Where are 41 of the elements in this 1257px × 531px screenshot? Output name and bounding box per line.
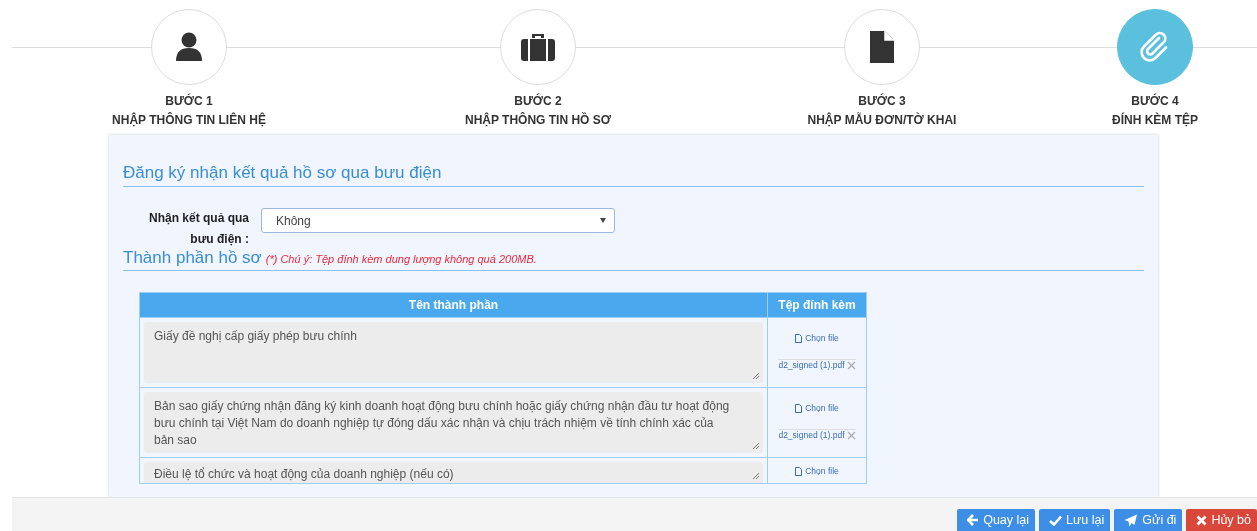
file-link[interactable]: d2_signed (1).pdf (778, 360, 845, 370)
text-area[interactable]: Bản sao giấy chứng nhận đăng ký kinh doanh hoạt động bưu chính hoặc giấy chứng nhận đầu tư hoạt động bưu chính tại Việt Nam do doanh nghiệp tự đóng dấu xác nhận và chịu trách nhiệm về tính chính xác của bản sao (144, 392, 763, 453)
step-label: ĐÍNH KÈM TỆP (1112, 112, 1198, 128)
note-text: (*) Chú ý: Tệp đính kèm dung lượng không quá 200MB. (265, 253, 537, 265)
person-icon (175, 32, 203, 62)
close-icon (1196, 514, 1208, 526)
briefcase-icon (520, 32, 556, 62)
resize-grip-icon (752, 372, 760, 380)
field-label: Nhận kết quả qua bưu điện : (148, 210, 249, 248)
step-label: NHẬP THÔNG TIN HỒ SƠ (465, 112, 611, 128)
cancel-button[interactable]: Hủy bỏ (1186, 509, 1257, 531)
arrow-left-icon (967, 514, 980, 526)
step-title: BƯỚC 2 (514, 93, 562, 109)
section-title: Đăng ký nhận kết quả hồ sơ qua bưu điện (123, 163, 1144, 187)
column-header: Tên thành phần (139, 292, 768, 318)
step-title: BƯỚC 3 (858, 93, 906, 109)
save-button[interactable]: Lưu lại (1039, 509, 1111, 531)
file-icon (795, 466, 803, 476)
check-icon (1049, 514, 1063, 526)
resize-grip-icon (752, 472, 760, 480)
section-title: Thành phần hồ sơ (123, 248, 262, 267)
step-label: NHẬP MẪU ĐƠN/TỜ KHAI (807, 112, 957, 128)
send-button[interactable]: Gửi đi (1114, 509, 1183, 531)
step-title: BƯỚC 1 (165, 93, 213, 109)
resize-grip-icon (752, 442, 760, 450)
choose-file-link[interactable]: Chọn file (795, 403, 839, 413)
column-header: Tệp đính kèm (767, 292, 867, 318)
file-link[interactable]: d2_signed (1).pdf (778, 430, 845, 440)
text-area[interactable]: Giấy đề nghị cấp giấy phép bưu chính (144, 322, 763, 383)
document-icon (869, 30, 895, 64)
paper-plane-icon (1124, 513, 1139, 527)
caret-icon (600, 218, 606, 223)
text-area[interactable]: Điều lệ tổ chức và hoạt động của doanh nghiệp (nếu có) (144, 462, 763, 483)
dropdown-field[interactable]: Không (261, 208, 615, 233)
step-title: BƯỚC 4 (1131, 93, 1179, 109)
step-label: NHẬP THÔNG TIN LIÊN HỆ (112, 112, 266, 128)
choose-file-link[interactable]: Chọn file (795, 333, 839, 343)
file-icon (795, 333, 803, 343)
choose-file-link[interactable]: Chọn file (795, 466, 839, 476)
back-button[interactable]: Quay lại (957, 509, 1036, 531)
file-icon (795, 403, 803, 413)
